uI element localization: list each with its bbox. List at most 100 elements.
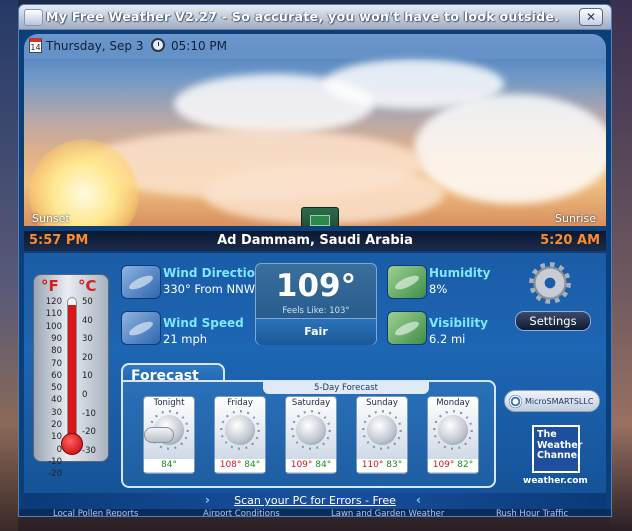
fahrenheit-tick: 20 (51, 420, 62, 430)
humidity-icon (387, 265, 427, 299)
forecast-temps: 84° (144, 459, 194, 472)
humidity-label: Humidity (429, 266, 491, 280)
bottom-links-bar: Local Pollen Reports Airport Conditions … (19, 509, 611, 516)
fahrenheit-tick: 60 (51, 370, 62, 381)
airport-conditions-link[interactable]: Airport Conditions (203, 509, 280, 516)
forecast-high: 108° (219, 460, 242, 470)
sky-banner: 14 Thursday, Sep 3 05:10 PM Sunset Sunri… (24, 34, 606, 226)
fahrenheit-tick: 100 (45, 321, 62, 332)
settings-button[interactable]: Settings (515, 311, 591, 331)
location-bar: 5:57 PM Ad Dammam, Saudi Arabia 5:20 AM (24, 231, 606, 251)
wind-direction-value: 330° From NNW (163, 282, 256, 296)
sunny-icon (367, 415, 397, 445)
fahrenheit-tick: 50 (51, 383, 62, 394)
forecast-day-card[interactable]: Saturday 109° 84° (285, 396, 337, 474)
forecast-day-name: Tonight (153, 398, 185, 408)
forecast-low: 84° (244, 460, 261, 470)
app-logo-icon (24, 9, 43, 26)
fahrenheit-tick: 0 (56, 444, 62, 455)
country-flag-icon[interactable] (301, 207, 339, 226)
celsius-tick: 20 (82, 352, 93, 363)
microsmarts-logo[interactable]: MicroSMARTSLLC (504, 390, 600, 412)
wind-direction-label: Wind Direction (163, 266, 264, 280)
arrow-left-icon: ‹ (416, 493, 421, 507)
forecast-day-name: Saturday (291, 398, 331, 408)
current-date: Thursday, Sep 3 (46, 39, 144, 53)
forecast-day-card[interactable]: Friday 108° 84° (214, 396, 266, 474)
wind-speed-value: 21 mph (163, 332, 208, 346)
visibility-label: Visibility (429, 316, 488, 330)
forecast-low: 83° (386, 460, 403, 470)
humidity-value: 8% (429, 282, 448, 296)
forecast-high: 109° (432, 460, 455, 470)
celsius-tick: -20 (82, 427, 96, 438)
rush-hour-traffic-link[interactable]: Rush Hour Traffic (496, 509, 568, 516)
condition-text: Fair (304, 325, 328, 338)
thermometer: °F °C 120 110 100 90 80 70 60 50 40 30 20 10 0 -10 -20… (33, 274, 109, 479)
fahrenheit-tick: 80 (51, 346, 62, 357)
twc-line: The (537, 429, 557, 440)
forecast-high: 110° (361, 460, 384, 470)
thermometer-bulb (61, 433, 83, 455)
cloud-decoration (414, 94, 606, 204)
forecast-day-name: Sunday (366, 398, 398, 408)
celsius-tick: -10 (82, 408, 96, 419)
forecast-day-card[interactable]: Sunday 110° 83° (356, 396, 408, 474)
celsius-tick: 40 (82, 315, 93, 326)
celsius-tick: 0 (82, 390, 88, 400)
forecast-temps: 109° 84° (286, 459, 336, 472)
city-name[interactable]: Ad Dammam, Saudi Arabia (24, 233, 606, 248)
fahrenheit-tick: -20 (48, 469, 62, 480)
fahrenheit-tick: 30 (51, 407, 62, 418)
clock-icon (151, 38, 165, 52)
scan-pc-link[interactable]: Scan your PC for Errors - Free (24, 494, 606, 507)
condition-strip: Fair (256, 318, 376, 345)
visibility-value: 6.2 mi (429, 332, 466, 346)
mercury-level (68, 305, 76, 438)
celsius-label: °C (78, 277, 97, 295)
lawn-garden-link[interactable]: Lawn and Garden Weather (331, 509, 444, 516)
fahrenheit-label: °F (41, 277, 59, 295)
thermometer-tube (67, 297, 77, 439)
forecast-day-card[interactable]: Monday 109° 82° (427, 396, 479, 474)
sunrise-time: 5:20 AM (540, 233, 600, 248)
weather-window: My Free Weather V2.27 - So accurate, you… (18, 4, 612, 517)
sunset-label: Sunset (32, 212, 70, 225)
conditions-panel: °F °C 120 110 100 90 80 70 60 50 40 30 20 10 0 -10 -20… (24, 253, 606, 493)
forecast-day-name: Monday (436, 398, 470, 408)
wind-speed-icon (121, 311, 161, 345)
gear-icon[interactable] (532, 265, 568, 301)
celsius-tick: 10 (82, 371, 93, 382)
weather-channel-logo[interactable]: The Weather Channel (532, 425, 582, 473)
desktop-background-right (610, 0, 632, 531)
calendar-icon: 14 (29, 38, 42, 53)
weather-com-link[interactable]: weather.com (523, 476, 588, 486)
fahrenheit-tick: 120 (45, 297, 62, 307)
fahrenheit-tick: -10 (48, 456, 62, 467)
visibility-icon (387, 311, 427, 345)
feels-like: Feels Like: 103° (282, 306, 350, 316)
forecast-high: 109° (290, 460, 313, 470)
forecast-temps: 108° 84° (215, 459, 265, 472)
fahrenheit-tick: 70 (51, 358, 62, 369)
cloud-icon (144, 427, 174, 443)
window-title: My Free Weather V2.27 - So accurate, you… (46, 9, 560, 24)
pollen-reports-link[interactable]: Local Pollen Reports (53, 509, 138, 516)
close-button[interactable]: ✕ (579, 8, 603, 26)
current-time: 05:10 PM (171, 39, 227, 53)
forecast-temps: 110° 83° (357, 459, 407, 472)
wind-direction-icon (121, 265, 161, 299)
wind-speed-label: Wind Speed (163, 316, 244, 330)
celsius-tick: -30 (82, 445, 96, 456)
title-bar[interactable]: My Free Weather V2.27 - So accurate, you… (19, 5, 611, 30)
forecast-subtitle: 5-Day Forecast (263, 382, 429, 394)
current-conditions: 109° Feels Like: 103° Fair (255, 263, 377, 345)
sunrise-label: Sunrise (554, 212, 596, 225)
desktop-background-left (0, 0, 18, 531)
fahrenheit-tick: 10 (51, 432, 62, 443)
forecast-panel: 5-Day Forecast Tonight 84° Friday 108° 84° S… (121, 380, 496, 488)
scan-bar: › Scan your PC for Errors - Free ‹ (24, 493, 606, 509)
forecast-day-card[interactable]: Tonight 84° (143, 396, 195, 474)
forecast-low: 84° (315, 460, 332, 470)
forecast-low: 84° (161, 460, 177, 470)
